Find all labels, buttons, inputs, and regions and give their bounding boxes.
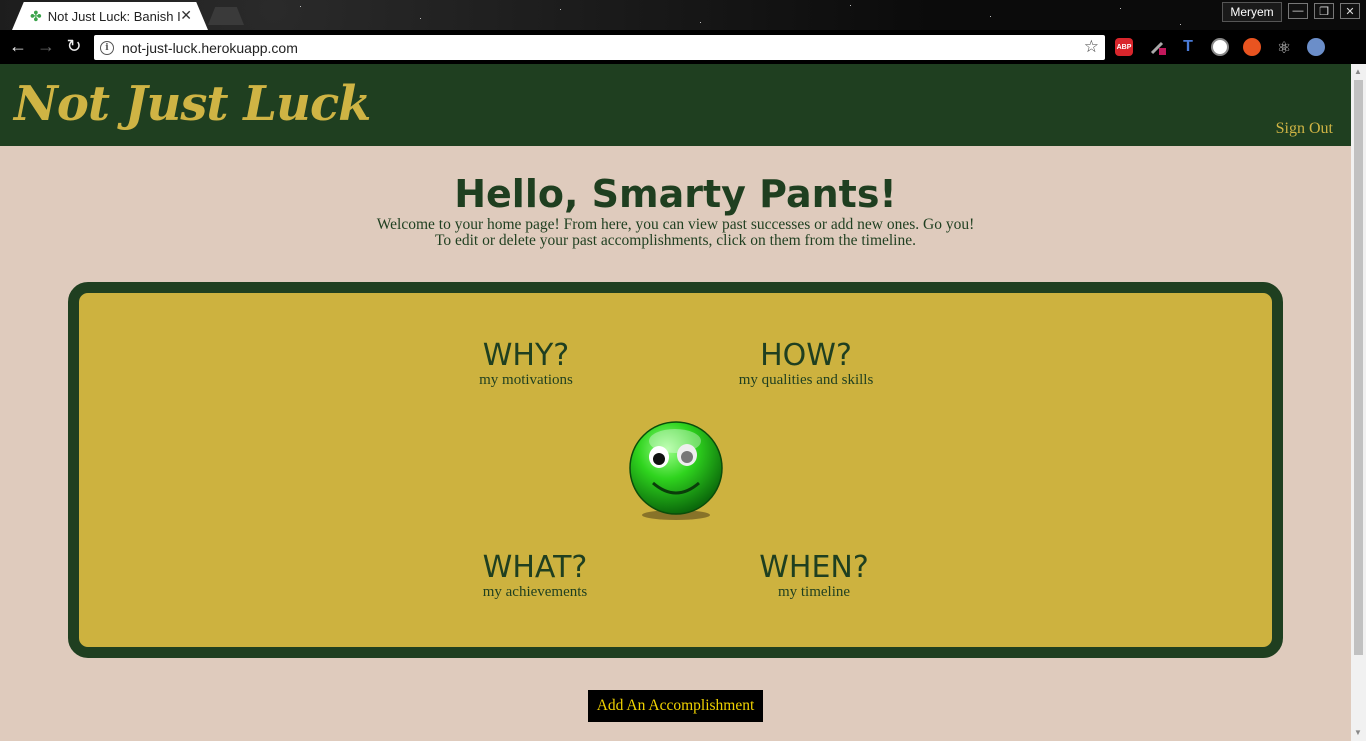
forward-icon[interactable]: →	[36, 36, 56, 57]
profile-button[interactable]: Meryem	[1222, 2, 1282, 22]
browser-titlebar: ✤ Not Just Luck: Banish Im ✕ Meryem — ❐ …	[0, 0, 1366, 30]
brand-logo[interactable]: Not Just Luck	[14, 76, 371, 132]
why-section[interactable]: WHY? my motivations	[436, 338, 616, 389]
scroll-down-icon[interactable]: ▼	[1354, 728, 1362, 737]
welcome-text: Welcome to your home page! From here, yo…	[0, 217, 1351, 249]
owl-icon[interactable]	[1307, 38, 1325, 56]
browser-tab[interactable]: ✤ Not Just Luck: Banish Im ✕	[12, 2, 208, 30]
close-window-icon[interactable]: ✕	[1340, 3, 1360, 19]
new-tab-button[interactable]	[208, 7, 244, 25]
how-subtitle: my qualities and skills	[738, 372, 874, 388]
bookmark-star-icon[interactable]: ☆	[1084, 37, 1099, 57]
maximize-icon[interactable]: ❐	[1314, 3, 1334, 19]
how-title: HOW?	[760, 338, 852, 373]
scrollbar-thumb[interactable]	[1354, 80, 1363, 655]
why-subtitle: my motivations	[479, 372, 573, 388]
when-section[interactable]: WHEN? my timeline	[724, 550, 904, 601]
tab-title: Not Just Luck: Banish Im	[47, 8, 180, 24]
extension-t-icon[interactable]: T	[1179, 38, 1197, 56]
scroll-up-icon[interactable]: ▲	[1354, 67, 1362, 76]
adblock-icon[interactable]: ABP	[1115, 38, 1133, 56]
reload-icon[interactable]: ↻	[64, 36, 84, 57]
eyedropper-icon[interactable]	[1149, 38, 1167, 56]
welcome-line-2: To edit or delete your past accomplishme…	[434, 232, 916, 249]
react-icon[interactable]: ⚛	[1275, 38, 1293, 57]
welcome-line-1: Welcome to your home page! From here, yo…	[376, 216, 975, 233]
add-accomplishment-button[interactable]: Add An Accomplishment	[588, 690, 763, 722]
site-header: Not Just Luck Sign Out	[0, 64, 1351, 146]
clover-icon: ✤	[30, 7, 42, 24]
what-title: WHAT?	[482, 550, 588, 585]
ubuntu-icon[interactable]	[1243, 38, 1261, 56]
info-icon[interactable]: i	[100, 40, 114, 55]
what-subtitle: my achievements	[482, 584, 588, 600]
page-title: Hello, Smarty Pants!	[454, 172, 897, 216]
back-icon[interactable]: ←	[8, 36, 28, 57]
sign-out-link[interactable]: Sign Out	[1276, 120, 1333, 138]
navigation-panel: WHY? my motivations HOW? my qualities an…	[68, 282, 1283, 658]
page-scrollbar[interactable]: ▲ ▼	[1351, 64, 1366, 741]
when-title: WHEN?	[759, 550, 869, 585]
circle-icon[interactable]	[1211, 38, 1229, 56]
what-section[interactable]: WHAT? my achievements	[445, 550, 625, 601]
smiley-icon	[629, 421, 723, 520]
when-subtitle: my timeline	[777, 584, 851, 600]
address-bar[interactable]: i not-just-luck.herokuapp.com ☆	[94, 35, 1105, 60]
close-icon[interactable]: ✕	[180, 7, 192, 24]
minimize-icon[interactable]: —	[1288, 3, 1308, 19]
page: Not Just Luck Sign Out Hello, Smarty Pan…	[0, 64, 1351, 741]
why-title: WHY?	[482, 338, 570, 373]
how-section[interactable]: HOW? my qualities and skills	[716, 338, 896, 389]
url-text[interactable]: not-just-luck.herokuapp.com	[122, 40, 298, 56]
